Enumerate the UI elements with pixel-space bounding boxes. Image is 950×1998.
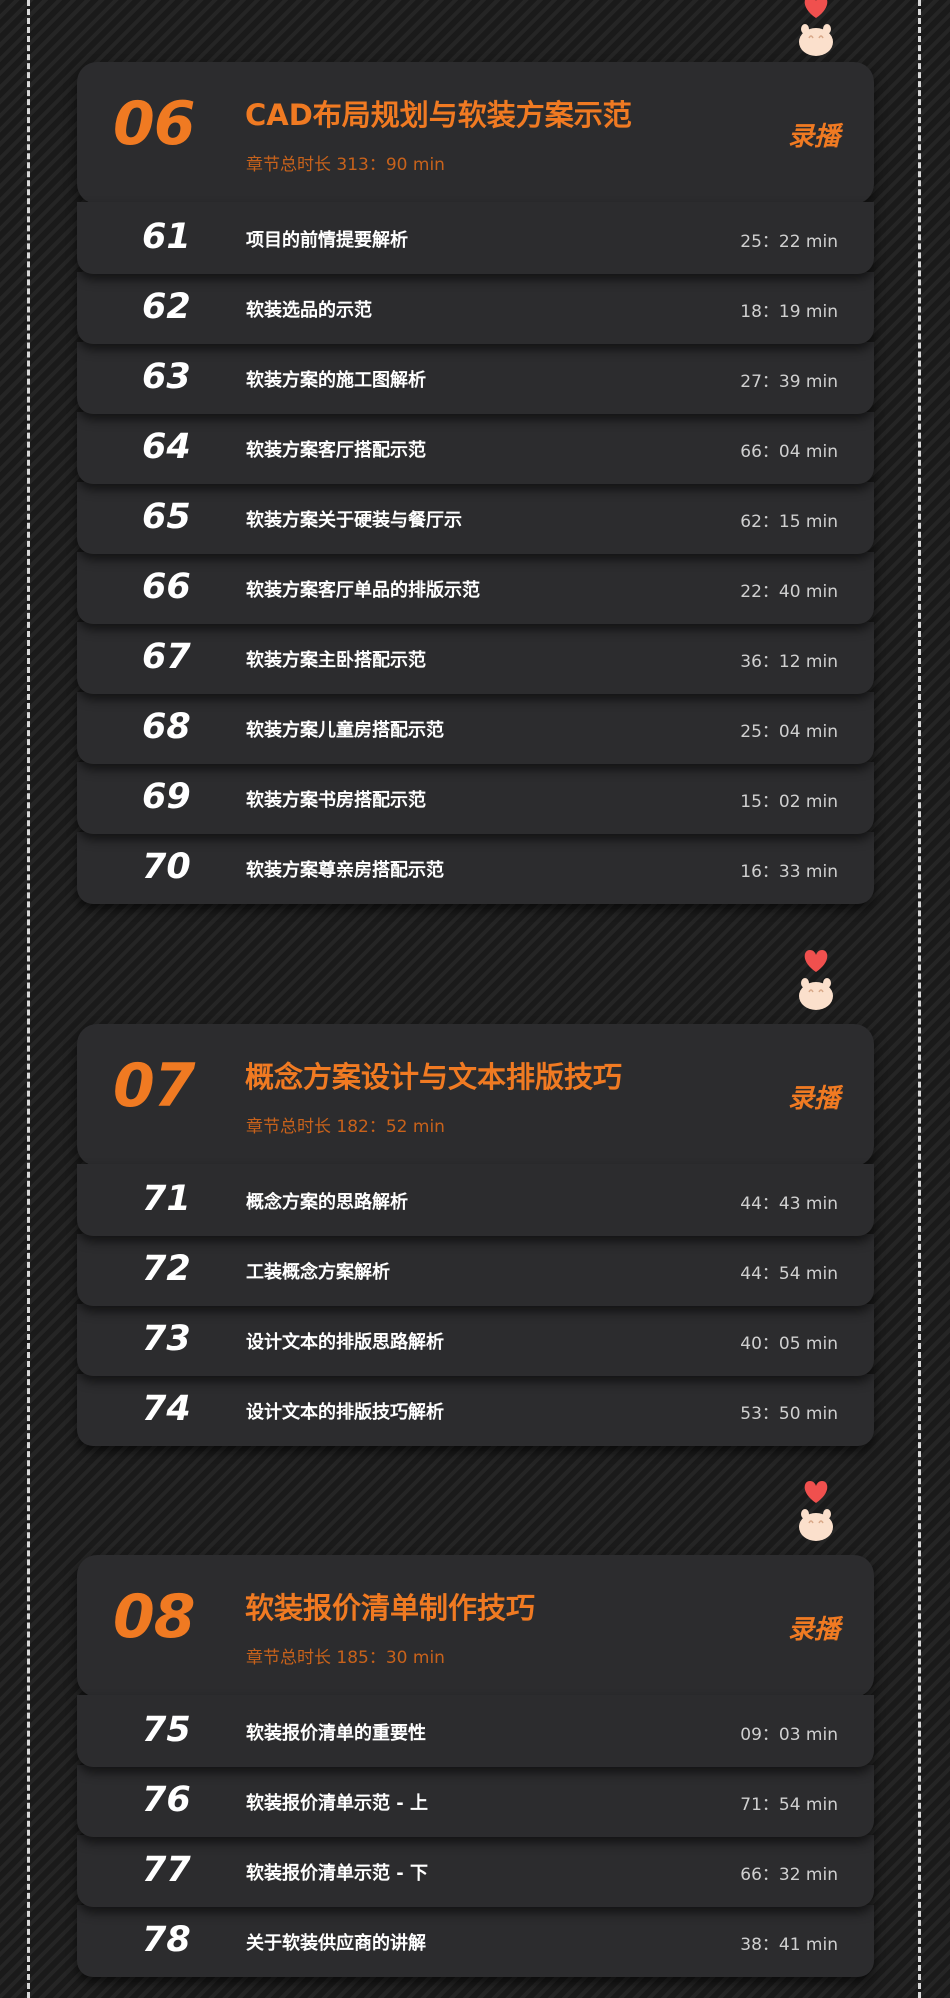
lesson-number: 74 (142, 1389, 191, 1429)
lesson-row[interactable]: 74 设计文本的排版技巧解析 53：50 min (77, 1374, 874, 1446)
lesson-title: 软装选品的示范 (246, 300, 372, 321)
lesson-row[interactable]: 65 软装方案关于硬装与餐厅示 62：15 min (77, 482, 874, 554)
lesson-time: 38：41 min (740, 1935, 838, 1955)
lesson-number: 75 (142, 1710, 191, 1750)
chapter-number: 06 (113, 89, 195, 159)
lesson-number: 62 (142, 287, 191, 327)
lesson-title: 设计文本的排版思路解析 (246, 1332, 444, 1353)
lesson-number: 73 (142, 1319, 191, 1359)
lesson-time: 25：22 min (740, 232, 838, 252)
lesson-row[interactable]: 64 软装方案客厅搭配示范 66：04 min (77, 412, 874, 484)
lesson-time: 22：40 min (740, 582, 838, 602)
right-dashed-border (918, 0, 921, 1998)
lesson-number: 66 (142, 567, 191, 607)
heart-paw-icon (799, 950, 833, 1010)
lesson-title: 项目的前情提要解析 (246, 230, 408, 251)
lesson-title: 软装方案客厅搭配示范 (246, 440, 426, 461)
chapter-duration: 章节总时长 313：90 min (246, 155, 445, 175)
lesson-time: 36：12 min (740, 652, 838, 672)
lesson-row[interactable]: 77 软装报价清单示范 - 下 66：32 min (77, 1835, 874, 1907)
chapter-title: CAD布局规划与软装方案示范 (245, 98, 632, 132)
lesson-row[interactable]: 78 关于软装供应商的讲解 38：41 min (77, 1905, 874, 1977)
lesson-time: 71：54 min (740, 1795, 838, 1815)
chapter-07: 07 概念方案设计与文本排版技巧 章节总时长 182：52 min 录播 71 … (77, 1024, 874, 1446)
chapter-header[interactable]: 06 CAD布局规划与软装方案示范 章节总时长 313：90 min 录播 (77, 62, 874, 204)
heart-paw-icon (799, 1481, 833, 1541)
lesson-time: 66：04 min (740, 442, 838, 462)
lesson-number: 68 (142, 707, 191, 747)
chapter-title: 软装报价清单制作技巧 (245, 1591, 536, 1625)
lesson-row[interactable]: 67 软装方案主卧搭配示范 36：12 min (77, 622, 874, 694)
chapter-number: 07 (113, 1051, 195, 1121)
lesson-row[interactable]: 70 软装方案尊亲房搭配示范 16：33 min (77, 832, 874, 904)
lesson-row[interactable]: 62 软装选品的示范 18：19 min (77, 272, 874, 344)
lesson-title: 关于软装供应商的讲解 (246, 1933, 426, 1954)
lesson-number: 71 (142, 1179, 191, 1219)
lesson-time: 25：04 min (740, 722, 838, 742)
lesson-row[interactable]: 63 软装方案的施工图解析 27：39 min (77, 342, 874, 414)
lesson-title: 概念方案的思路解析 (246, 1192, 408, 1213)
lesson-title: 软装方案儿童房搭配示范 (246, 720, 444, 741)
chapter-duration: 章节总时长 185：30 min (246, 1648, 445, 1668)
lesson-title: 软装报价清单示范 - 上 (246, 1793, 429, 1814)
lesson-time: 16：33 min (740, 862, 838, 882)
lesson-title: 软装方案尊亲房搭配示范 (246, 860, 444, 881)
lesson-row[interactable]: 76 软装报价清单示范 - 上 71：54 min (77, 1765, 874, 1837)
lesson-row[interactable]: 66 软装方案客厅单品的排版示范 22：40 min (77, 552, 874, 624)
lesson-number: 63 (142, 357, 191, 397)
lesson-row[interactable]: 75 软装报价清单的重要性 09：03 min (77, 1695, 874, 1767)
lesson-time: 09：03 min (740, 1725, 838, 1745)
lesson-time: 44：43 min (740, 1194, 838, 1214)
lesson-title: 软装报价清单示范 - 下 (246, 1863, 429, 1884)
lesson-number: 67 (142, 637, 191, 677)
lesson-title: 软装方案书房搭配示范 (246, 790, 426, 811)
lesson-number: 64 (142, 427, 191, 467)
lesson-number: 76 (142, 1780, 191, 1820)
chapter-title: 概念方案设计与文本排版技巧 (245, 1060, 623, 1094)
lesson-number: 77 (142, 1850, 191, 1890)
chapter-header[interactable]: 07 概念方案设计与文本排版技巧 章节总时长 182：52 min 录播 (77, 1024, 874, 1166)
lesson-row[interactable]: 69 软装方案书房搭配示范 15：02 min (77, 762, 874, 834)
lesson-time: 62：15 min (740, 512, 838, 532)
lesson-time: 66：32 min (740, 1865, 838, 1885)
lesson-row[interactable]: 61 项目的前情提要解析 25：22 min (77, 202, 874, 274)
lesson-time: 27：39 min (740, 372, 838, 392)
lesson-number: 69 (142, 777, 191, 817)
recorded-badge: 录播 (787, 1615, 840, 1645)
left-dashed-border (27, 0, 30, 1998)
lesson-title: 软装报价清单的重要性 (246, 1723, 426, 1744)
lesson-row[interactable]: 73 设计文本的排版思路解析 40：05 min (77, 1304, 874, 1376)
lesson-number: 72 (142, 1249, 191, 1289)
lesson-row[interactable]: 68 软装方案儿童房搭配示范 25：04 min (77, 692, 874, 764)
chapter-number: 08 (113, 1582, 195, 1652)
lesson-time: 15：02 min (740, 792, 838, 812)
recorded-badge: 录播 (787, 122, 840, 152)
lesson-time: 44：54 min (740, 1264, 838, 1284)
chapter-header[interactable]: 08 软装报价清单制作技巧 章节总时长 185：30 min 录播 (77, 1555, 874, 1697)
lesson-time: 18：19 min (740, 302, 838, 322)
lesson-time: 40：05 min (740, 1334, 838, 1354)
lesson-title: 工装概念方案解析 (246, 1262, 390, 1283)
lesson-number: 70 (142, 847, 191, 887)
chapter-06: 06 CAD布局规划与软装方案示范 章节总时长 313：90 min 录播 61… (77, 62, 874, 904)
lesson-title: 软装方案主卧搭配示范 (246, 650, 426, 671)
lesson-title: 设计文本的排版技巧解析 (246, 1402, 444, 1423)
lesson-row[interactable]: 71 概念方案的思路解析 44：43 min (77, 1164, 874, 1236)
lesson-number: 61 (142, 217, 191, 257)
lesson-row[interactable]: 72 工装概念方案解析 44：54 min (77, 1234, 874, 1306)
lesson-title: 软装方案客厅单品的排版示范 (246, 580, 480, 601)
heart-paw-icon (799, 0, 833, 56)
lesson-time: 53：50 min (740, 1404, 838, 1424)
chapter-08: 08 软装报价清单制作技巧 章节总时长 185：30 min 录播 75 软装报… (77, 1555, 874, 1977)
chapter-duration: 章节总时长 182：52 min (246, 1117, 445, 1137)
recorded-badge: 录播 (787, 1084, 840, 1114)
lesson-title: 软装方案的施工图解析 (246, 370, 426, 391)
lesson-title: 软装方案关于硬装与餐厅示 (246, 510, 462, 531)
lesson-number: 65 (142, 497, 191, 537)
lesson-number: 78 (142, 1920, 191, 1960)
